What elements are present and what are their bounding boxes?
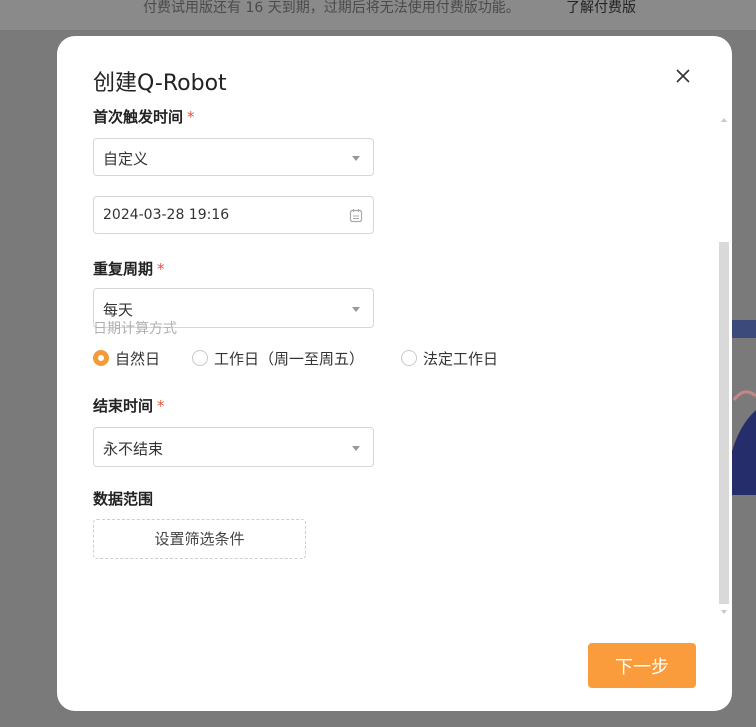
scroll-down-icon[interactable] (721, 610, 727, 614)
end-time-select[interactable]: 永不结束 (93, 427, 374, 467)
create-robot-dialog: 创建Q-Robot 首次触发时间 * 自定义 2024-03-28 19:16 重… (57, 36, 732, 711)
dialog-title: 创建Q-Robot (93, 71, 227, 96)
datetime-value: 2024-03-28 19:16 (103, 207, 230, 223)
end-time-label: 结束时间 * (93, 397, 165, 415)
chevron-down-icon (352, 307, 360, 312)
date-calc-radio-group: 自然日 工作日（周一至周五） 法定工作日 (93, 348, 653, 372)
radio-unchecked-icon (401, 350, 417, 366)
radio-unchecked-icon (192, 350, 208, 366)
first-trigger-select[interactable]: 自定义 (93, 138, 374, 176)
first-trigger-select-value: 自定义 (103, 150, 149, 168)
calendar-icon (349, 209, 363, 223)
repeat-select-value: 每天 (103, 301, 134, 319)
first-trigger-datetime-input[interactable]: 2024-03-28 19:16 (93, 196, 374, 234)
date-calc-label: 日期计算方式 (93, 321, 177, 337)
first-trigger-label: 首次触发时间 * (93, 108, 195, 126)
repeat-label: 重复周期 * (93, 260, 165, 278)
set-filter-button[interactable]: 设置筛选条件 (93, 519, 306, 559)
close-icon[interactable] (674, 67, 692, 85)
next-step-button[interactable]: 下一步 (588, 643, 696, 688)
scrollbar-thumb[interactable] (719, 242, 729, 604)
end-time-select-value: 永不结束 (103, 440, 164, 458)
form-scroll-area[interactable]: 首次触发时间 * 自定义 2024-03-28 19:16 重复周期 * 每天 日期… (93, 104, 693, 634)
scroll-up-icon[interactable] (721, 118, 727, 122)
chevron-down-icon (352, 156, 360, 161)
radio-checked-icon (93, 350, 109, 366)
data-range-label: 数据范围 (93, 490, 154, 508)
chevron-down-icon (352, 446, 360, 451)
